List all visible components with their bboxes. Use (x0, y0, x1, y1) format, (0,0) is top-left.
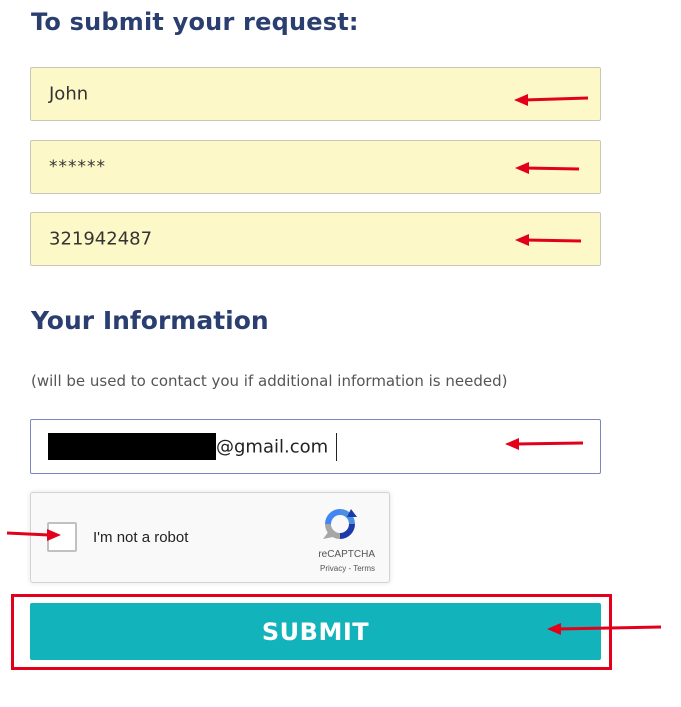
submit-button[interactable]: SUBMIT (30, 603, 601, 660)
left-arrow-icon (515, 162, 580, 174)
text-caret (336, 433, 337, 461)
info-heading: Your Information (31, 306, 269, 335)
request-heading: To submit your request: (31, 8, 359, 36)
recaptcha-label: I'm not a robot (93, 529, 189, 546)
redaction-block (48, 433, 216, 460)
info-note: (will be used to contact you if addition… (31, 372, 508, 390)
left-arrow-icon (547, 623, 662, 635)
left-arrow-icon (505, 438, 584, 450)
recaptcha-widget: I'm not a robot reCAPTCHA Privacy - Term… (30, 492, 390, 583)
recaptcha-logo-icon (323, 509, 357, 539)
right-arrow-icon (6, 529, 61, 541)
left-arrow-icon (514, 94, 589, 106)
recaptcha-brand: reCAPTCHA (318, 549, 375, 560)
email-field-value: @gmail.com (216, 436, 329, 457)
password-field-value: ****** (49, 157, 106, 177)
left-arrow-icon (515, 234, 582, 246)
number-field-value: 321942487 (49, 228, 153, 250)
recaptcha-links[interactable]: Privacy - Terms (320, 564, 375, 573)
name-field-value: John (49, 83, 89, 105)
